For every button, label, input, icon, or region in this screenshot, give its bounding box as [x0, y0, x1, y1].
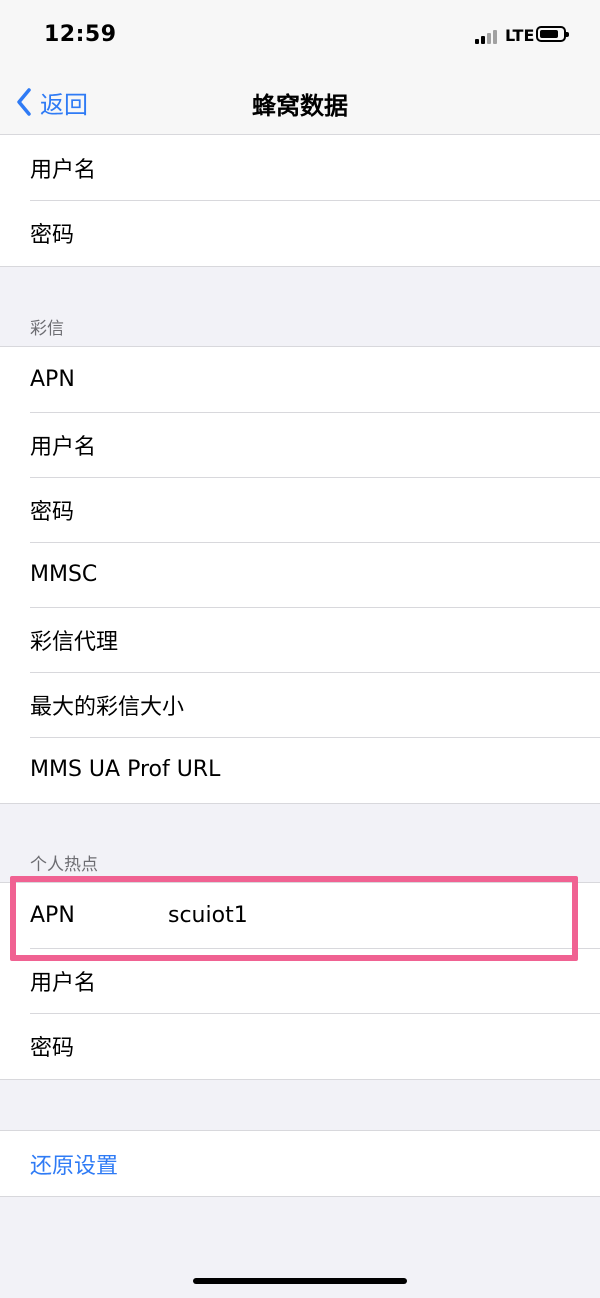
row-label: 用户名 [30, 434, 97, 460]
section-header-hotspot: 个人热点 [30, 855, 98, 875]
row-label: APN [30, 367, 75, 392]
mms-proxy-field[interactable]: 彩信代理 [0, 607, 600, 672]
highlight-box [10, 876, 578, 961]
mms-username-field[interactable]: 用户名 [0, 412, 600, 477]
status-time: 12:59 [44, 22, 117, 47]
row-label: 密码 [30, 499, 75, 525]
row-label: 彩信代理 [30, 629, 119, 655]
mms-group: APN 用户名 密码 MMSC 彩信代理 最大的彩信大小 MMS UA Prof… [0, 346, 600, 804]
hotspot-password-field[interactable]: 密码 [0, 1013, 600, 1078]
home-indicator[interactable] [193, 1278, 407, 1284]
row-label: MMSC [30, 562, 98, 587]
battery-icon [536, 26, 569, 42]
signal-icon [475, 28, 497, 44]
mms-apn-field[interactable]: APN [0, 347, 600, 412]
reset-settings-button[interactable]: 还原设置 [0, 1131, 600, 1196]
reset-group: 还原设置 [0, 1130, 600, 1197]
mms-ua-prof-url-field[interactable]: MMS UA Prof URL [0, 737, 600, 802]
mms-password-field[interactable]: 密码 [0, 477, 600, 542]
reset-label: 还原设置 [30, 1153, 119, 1179]
section-header-mms: 彩信 [30, 319, 64, 339]
page-title: 蜂窝数据 [252, 92, 348, 120]
row-label: 最大的彩信大小 [30, 694, 185, 720]
mmsc-field[interactable]: MMSC [0, 542, 600, 607]
mms-max-size-field[interactable]: 最大的彩信大小 [0, 672, 600, 737]
username-field[interactable]: 用户名 [0, 135, 600, 200]
status-bar: 12:59 LTE [0, 0, 600, 70]
row-label: 用户名 [30, 157, 97, 183]
network-type: LTE [505, 26, 535, 45]
cellular-data-group: 用户名 密码 [0, 135, 600, 267]
row-label: 密码 [30, 222, 75, 248]
navigation-bar: 返回 蜂窝数据 [0, 70, 600, 135]
row-label: 用户名 [30, 970, 97, 996]
row-label: MMS UA Prof URL [30, 757, 221, 782]
password-field[interactable]: 密码 [0, 200, 600, 265]
row-label: 密码 [30, 1035, 75, 1061]
